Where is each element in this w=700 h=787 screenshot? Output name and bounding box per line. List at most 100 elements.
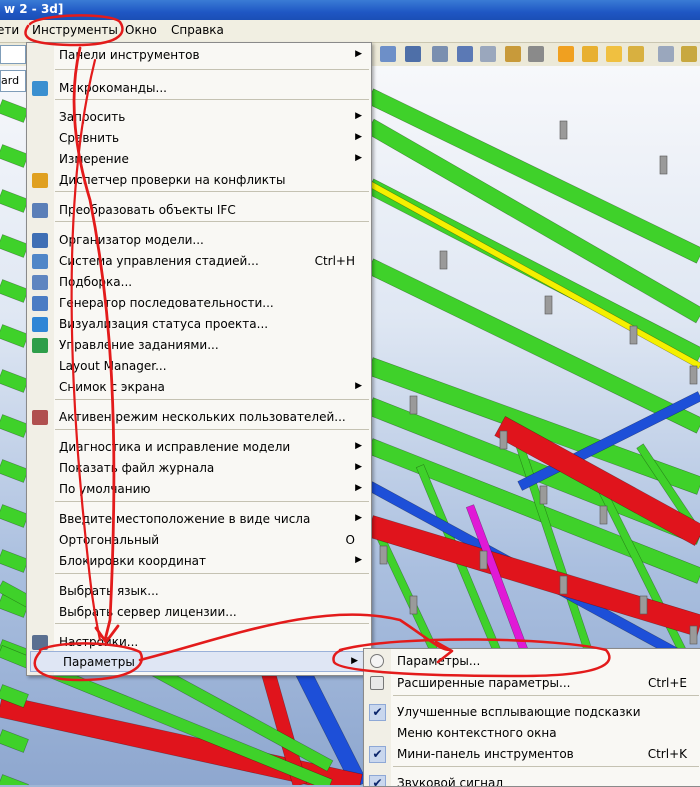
connection-plate bbox=[629, 325, 638, 345]
connection-plate bbox=[439, 250, 448, 270]
toolbar-icon-4[interactable] bbox=[457, 46, 473, 62]
connection-plate bbox=[544, 295, 553, 315]
tools-menu-item-label: Параметры bbox=[63, 655, 135, 669]
submenu-arrow-icon: ▶ bbox=[355, 513, 362, 523]
standard-combo[interactable]: ard bbox=[0, 70, 26, 92]
tools-menu-item[interactable]: Визуализация статуса проекта... bbox=[27, 314, 371, 335]
connection-plate bbox=[689, 365, 698, 385]
tools-menu-item[interactable]: Сравнить ▶ bbox=[27, 128, 371, 149]
params-submenu-item-label: Параметры... bbox=[397, 654, 481, 668]
title-bar: w 2 - 3d] bbox=[0, 0, 700, 20]
toolbar-icon-3[interactable] bbox=[432, 46, 448, 62]
tools-menu-item[interactable]: Блокировки координат ▶ bbox=[27, 551, 371, 572]
toolbar-combo[interactable] bbox=[0, 45, 26, 64]
tools-menu-item[interactable]: Подборка... bbox=[27, 272, 371, 293]
tools-menu-item-label: Запросить bbox=[59, 110, 126, 124]
toolbar-icon-13[interactable] bbox=[681, 46, 697, 62]
green-beam bbox=[0, 774, 29, 785]
phase-manager-icon bbox=[32, 254, 48, 269]
selection-icon bbox=[32, 275, 48, 290]
tools-menu-item-label: Выбрать язык... bbox=[59, 584, 159, 598]
green-beam bbox=[0, 504, 29, 528]
tools-menu-item[interactable]: Преобразовать объекты IFC bbox=[27, 200, 371, 221]
params-submenu: Параметры... Расширенные параметры... Ctrl… bbox=[363, 648, 700, 787]
sequence-generator-icon bbox=[32, 296, 48, 311]
tools-menu-item[interactable]: Настройки... bbox=[27, 632, 371, 653]
connection-plate bbox=[639, 595, 648, 615]
tools-menu-item[interactable]: Ортогональный O bbox=[27, 530, 371, 551]
params-submenu-item-label: Мини-панель инструментов bbox=[397, 747, 574, 761]
tools-menu-item[interactable]: Макрокоманды... bbox=[27, 78, 371, 99]
params-submenu-item[interactable]: Меню контекстного окна bbox=[364, 722, 700, 744]
tools-menu-item[interactable]: Управление заданиями... bbox=[27, 335, 371, 356]
connection-plate bbox=[689, 625, 698, 645]
toolbar-icon-8[interactable] bbox=[558, 46, 574, 62]
toolbar-icon-12[interactable] bbox=[658, 46, 674, 62]
toolbar-icon-10[interactable] bbox=[606, 46, 622, 62]
menu-separator bbox=[55, 429, 369, 430]
tools-menu-item[interactable]: Снимок с экрана ▶ bbox=[27, 377, 371, 398]
connection-plate bbox=[559, 120, 568, 140]
params-submenu-item[interactable]: ✔ Улучшенные всплывающие подсказки bbox=[364, 701, 700, 723]
menu-separator bbox=[55, 69, 369, 70]
tools-menu-item[interactable]: Выбрать язык... bbox=[27, 581, 371, 602]
menu-bar-item-fragment[interactable]: ети bbox=[0, 23, 19, 37]
params-submenu-item-label: Расширенные параметры... bbox=[397, 676, 571, 690]
tools-menu-item-label: Показать файл журнала bbox=[59, 461, 215, 475]
tools-menu-item[interactable]: Активен режим нескольких пользователей..… bbox=[27, 407, 371, 428]
tools-menu-item-label: Диагностика и исправление модели bbox=[59, 440, 291, 454]
green-beam bbox=[0, 324, 29, 348]
tools-menu-item[interactable]: Показать файл журнала ▶ bbox=[27, 458, 371, 479]
shortcut-label: Ctrl+E bbox=[648, 676, 687, 690]
tools-menu-item[interactable]: Система управления стадией... Ctrl+H bbox=[27, 251, 371, 272]
shortcut-label: Ctrl+H bbox=[314, 254, 355, 268]
tools-menu-item[interactable]: По умолчанию ▶ bbox=[27, 479, 371, 500]
tools-menu-item-label: Измерение bbox=[59, 152, 129, 166]
tools-menu-item-label: Layout Manager... bbox=[59, 359, 167, 373]
params-submenu-item[interactable]: Расширенные параметры... Ctrl+E bbox=[364, 672, 700, 694]
menu-bar-item-help[interactable]: Справка bbox=[171, 23, 224, 37]
params-submenu-item[interactable]: ✔ Мини-панель инструментов Ctrl+K bbox=[364, 743, 700, 765]
tools-menu-item[interactable]: Layout Manager... bbox=[27, 356, 371, 377]
tools-menu-item[interactable]: Измерение ▶ bbox=[27, 149, 371, 170]
tools-menu-item[interactable]: Запросить ▶ bbox=[27, 107, 371, 128]
tools-menu-item-label: Блокировки координат bbox=[59, 554, 207, 568]
params-submenu-item[interactable]: Параметры... bbox=[364, 650, 700, 672]
tools-menu-item[interactable]: Выбрать сервер лицензии... bbox=[27, 602, 371, 623]
scissors-icon[interactable] bbox=[505, 46, 521, 62]
toolbar-icon-1[interactable] bbox=[380, 46, 396, 62]
checkmark-icon: ✔ bbox=[369, 746, 386, 763]
green-beam bbox=[366, 88, 700, 264]
green-beam bbox=[0, 144, 29, 168]
params-icon bbox=[370, 654, 384, 668]
tools-menu-item[interactable]: Введите местоположение в виде числа ▶ bbox=[27, 509, 371, 530]
tools-menu-item[interactable]: Диспетчер проверки на конфликты bbox=[27, 170, 371, 191]
menu-bar-item-tools[interactable]: Инструменты bbox=[32, 23, 118, 37]
connection-plate bbox=[479, 550, 488, 570]
shortcut-label: O bbox=[345, 533, 355, 547]
tools-menu-item-label: Введите местоположение в виде числа bbox=[59, 512, 311, 526]
connection-plate bbox=[599, 505, 608, 525]
tools-menu-item[interactable]: Генератор последовательности... bbox=[27, 293, 371, 314]
green-beam bbox=[0, 189, 29, 213]
toolbar-icon-9[interactable] bbox=[582, 46, 598, 62]
tools-menu-item-label: Управление заданиями... bbox=[59, 338, 219, 352]
toolbar-icon-11[interactable] bbox=[628, 46, 644, 62]
green-beam bbox=[0, 234, 29, 258]
toolbar-icon-7[interactable] bbox=[528, 46, 544, 62]
submenu-arrow-icon: ▶ bbox=[355, 153, 362, 163]
tools-menu-item[interactable]: Параметры ▶ bbox=[30, 651, 368, 672]
toolbar-icon-5[interactable] bbox=[480, 46, 496, 62]
tools-menu-item-label: Преобразовать объекты IFC bbox=[59, 203, 236, 217]
tools-menu-item-label: Сравнить bbox=[59, 131, 120, 145]
tools-menu-item[interactable]: Панели инструментов ▶ bbox=[27, 45, 371, 66]
menu-bar-item-window[interactable]: Окно bbox=[125, 23, 157, 37]
tools-menu-item[interactable]: Организатор модели... bbox=[27, 230, 371, 251]
toolbar-icon-2[interactable] bbox=[405, 46, 421, 62]
tools-menu-item[interactable]: Диагностика и исправление модели ▶ bbox=[27, 437, 371, 458]
green-beam bbox=[0, 279, 29, 303]
tools-menu-item-label: Генератор последовательности... bbox=[59, 296, 274, 310]
model-organizer-icon bbox=[32, 233, 48, 248]
green-beam bbox=[0, 729, 29, 753]
tools-menu-item-label: Макрокоманды... bbox=[59, 81, 167, 95]
